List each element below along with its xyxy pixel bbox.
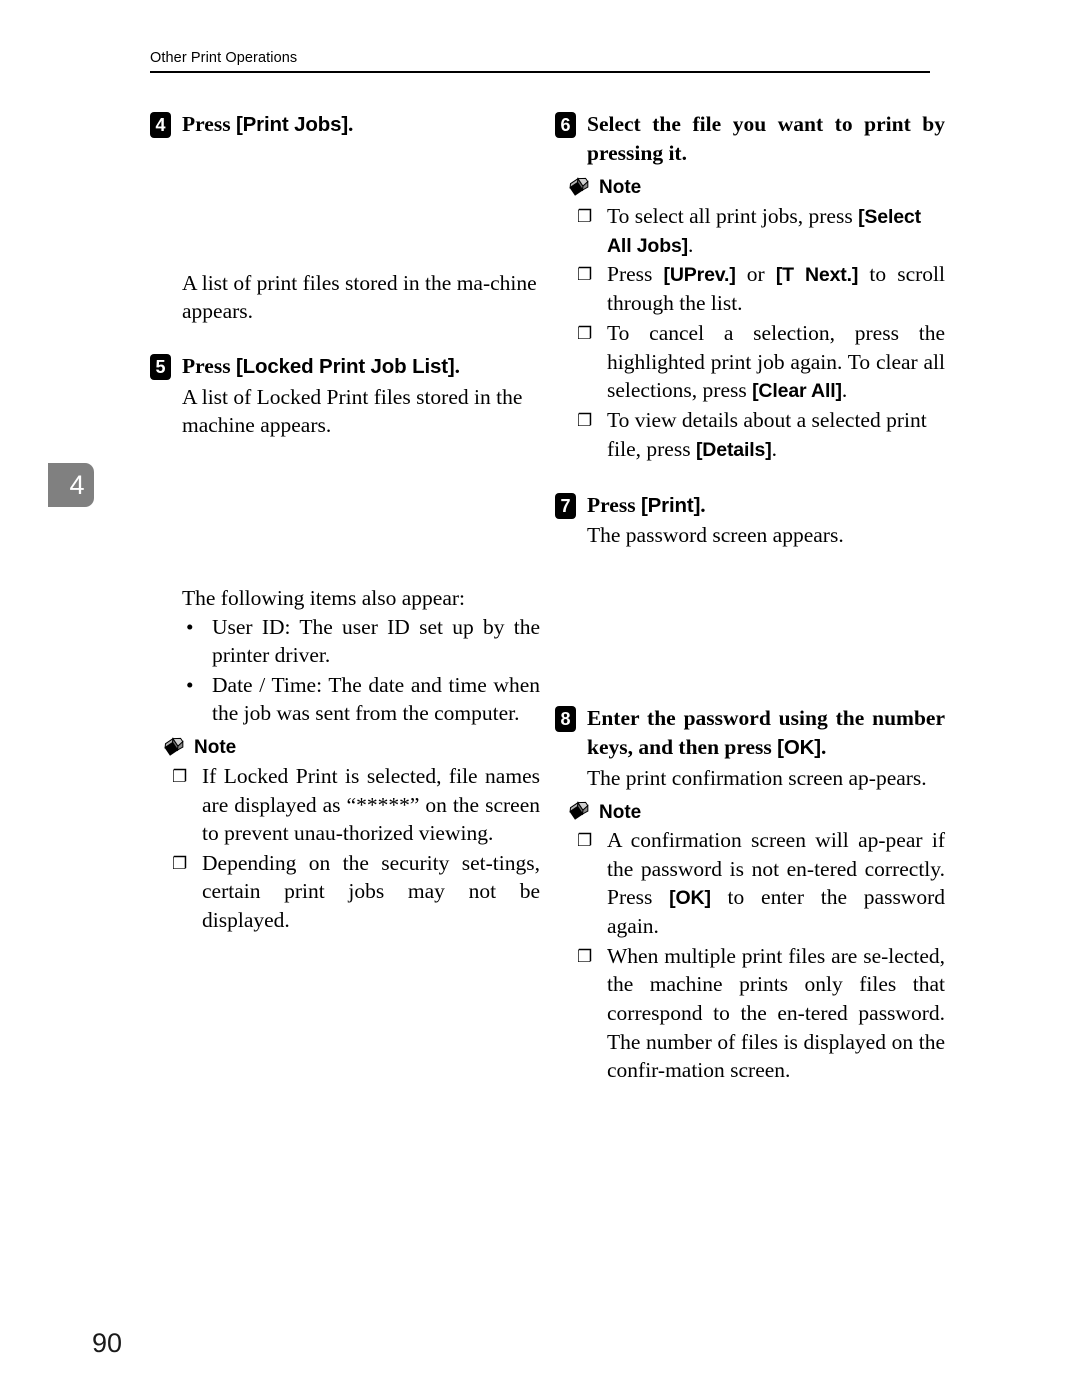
step-7-title-post: . <box>700 492 706 517</box>
note-bullet-icon: ❐ <box>577 831 593 851</box>
note-item: ❐ When multiple print files are se-lecte… <box>555 942 945 1085</box>
step-badge: 7 <box>555 492 576 519</box>
page-header: Other Print Operations <box>150 50 930 73</box>
note-item: ❐ Depending on the security set-tings, c… <box>150 849 540 935</box>
print-jobs-key: [Print Jobs] <box>235 113 349 136</box>
note-item-pre: Press <box>607 262 664 287</box>
step-6: 6 Select the file you want to print by p… <box>555 110 945 168</box>
note-label: Note <box>194 737 237 759</box>
step-badge: 6 <box>555 112 576 138</box>
note-item-post: . <box>688 232 694 257</box>
step-8-title: Enter the password using the number keys… <box>587 704 945 762</box>
step-7-title-pre: Press <box>587 492 641 517</box>
note-item-pre: To select all print jobs, press <box>607 203 859 228</box>
next-key: [T Next.] <box>775 264 859 287</box>
note-label: Note <box>599 177 642 199</box>
note-heading: Note <box>150 736 540 761</box>
step-4: 4 Press [Print Jobs]. <box>150 110 540 139</box>
note-bullet-icon: ❐ <box>577 206 593 226</box>
bullet-dot: • <box>186 614 194 639</box>
ok-key: [OK] <box>669 887 711 910</box>
chapter-tab: 4 <box>48 463 94 507</box>
prev-key: [UPrev.] <box>663 264 736 287</box>
step-4-title: Press [Print Jobs]. <box>182 110 540 139</box>
note-heading: Note <box>555 800 945 825</box>
step-5-result: A list of Locked Print files stored in t… <box>182 384 523 438</box>
right-column: 6 Select the file you want to print by p… <box>555 110 945 1086</box>
step-8-title-pre: Enter the password using the number keys… <box>587 705 945 759</box>
step-4-title-pre: Press <box>182 112 236 136</box>
step-5: 5 Press [Locked Print Job List]. <box>150 352 540 381</box>
clear-all-key: [Clear All] <box>752 380 842 403</box>
note-item-text: If Locked Print is selected, file names … <box>202 763 540 846</box>
step-8-result: The print confirmation screen ap-pears. <box>587 765 927 790</box>
step-badge: 4 <box>150 112 171 138</box>
ok-key: [OK] <box>777 735 821 759</box>
note-item-mid: or <box>735 262 776 287</box>
left-column: 4 Press [Print Jobs]. A list of print fi… <box>150 110 540 936</box>
list-item-text: Date / Time: The date and time when the … <box>212 672 540 726</box>
step-7-title: Press [Print]. <box>587 491 945 520</box>
list-item: • User ID: The user ID set up by the pri… <box>150 613 540 670</box>
step-7-result: The password screen appears. <box>587 523 844 548</box>
note-item-pre: When multiple print files are se-lected,… <box>607 943 945 1083</box>
note-label: Note <box>599 801 642 823</box>
note-item: ❐ To view details about a selected print… <box>555 406 945 464</box>
note-bullet-icon: ❐ <box>577 323 593 343</box>
note-bullet-icon: ❐ <box>577 946 593 966</box>
note-item: ❐ If Locked Print is selected, file name… <box>150 762 540 848</box>
list-item-text: User ID: The user ID set up by the print… <box>212 614 540 668</box>
step-7: 7 Press [Print]. <box>555 491 945 520</box>
details-key: [Details] <box>695 438 772 461</box>
note-item: ❐ To select all print jobs, press [Selec… <box>555 202 945 260</box>
chapter-tab-number: 4 <box>69 469 85 500</box>
note-item-post: . <box>841 378 848 403</box>
step-6-title: Select the file you want to print by pre… <box>587 112 945 165</box>
items-intro: The following items also appear: <box>182 585 466 610</box>
pencil-icon <box>569 176 592 201</box>
header-rule <box>150 71 930 73</box>
step-8-title-post: . <box>820 734 827 759</box>
locked-print-job-list-key: [Locked Print Job List] <box>235 354 455 378</box>
step-4-title-post: . <box>348 112 354 136</box>
bullet-dot: • <box>186 672 194 697</box>
header-title: Other Print Operations <box>150 50 298 66</box>
step-5-title: Press [Locked Print Job List]. <box>182 352 540 381</box>
note-item: ❐ To cancel a selection, press the highl… <box>555 319 945 405</box>
note-heading: Note <box>555 176 945 201</box>
note-item: ❐ Press [UPrev.] or [T Next.] to scroll … <box>555 260 945 318</box>
step-badge: 5 <box>150 353 171 380</box>
note-item-post: . <box>771 436 777 461</box>
step-badge: 8 <box>555 705 576 732</box>
page-number: 90 <box>92 1328 123 1358</box>
step-4-result: A list of print files stored in the ma-c… <box>182 270 537 324</box>
step-5-title-pre: Press <box>182 353 236 378</box>
print-key: [Print] <box>640 493 701 517</box>
note-bullet-icon: ❐ <box>577 265 593 285</box>
pencil-icon <box>569 800 592 825</box>
step-8: 8 Enter the password using the number ke… <box>555 704 945 762</box>
note-bullet-icon: ❐ <box>172 766 188 786</box>
list-item: • Date / Time: The date and time when th… <box>150 671 540 728</box>
note-bullet-icon: ❐ <box>577 411 593 431</box>
note-bullet-icon: ❐ <box>172 853 188 873</box>
step-5-title-post: . <box>454 353 460 378</box>
note-item-text: Depending on the security set-tings, cer… <box>202 850 540 932</box>
note-item: ❐ A confirmation screen will ap-pear if … <box>555 826 945 941</box>
pencil-icon <box>164 736 187 761</box>
